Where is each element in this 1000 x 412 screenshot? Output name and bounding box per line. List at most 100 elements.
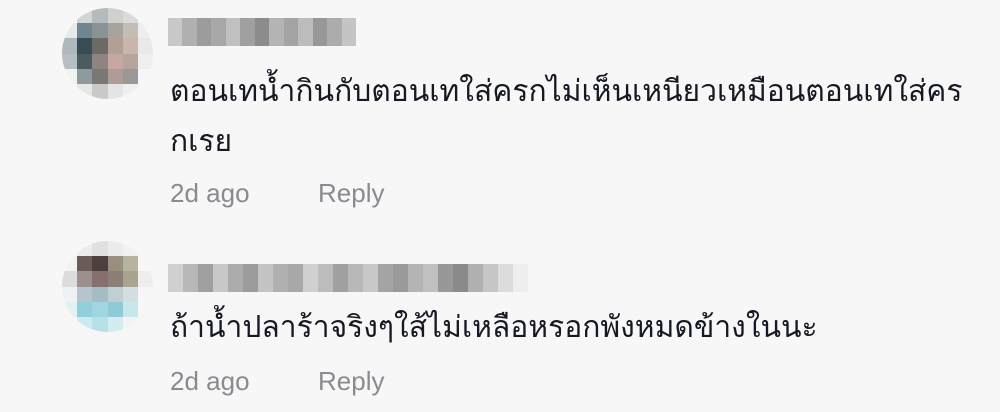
avatar-pixel — [92, 83, 108, 99]
username-pixel — [269, 18, 284, 46]
username-pixel — [363, 264, 378, 292]
reply-button[interactable]: Reply — [318, 366, 384, 397]
avatar-pixel — [92, 256, 108, 272]
username-pixel — [327, 18, 342, 46]
avatar-pixel — [122, 38, 138, 54]
avatar-pixel — [62, 38, 78, 54]
avatar-pixel — [62, 83, 78, 99]
username-pixel — [468, 264, 483, 292]
username-pixel — [225, 18, 241, 46]
username-pixel — [341, 18, 357, 46]
username-pixel — [312, 18, 328, 46]
avatar-pixel — [122, 8, 138, 24]
avatar-pixel — [92, 301, 108, 317]
avatar-pixel — [137, 286, 153, 302]
avatar-pixel — [107, 301, 123, 317]
avatar-pixel — [107, 8, 123, 24]
avatar-pixel — [77, 241, 93, 257]
username-pixel — [378, 264, 393, 292]
avatar-pixel — [62, 241, 78, 257]
avatar-pixel — [62, 23, 78, 39]
reply-button[interactable]: Reply — [318, 178, 384, 209]
username-pixel — [348, 264, 363, 292]
avatar-pixel — [62, 301, 78, 317]
avatar[interactable] — [62, 8, 153, 99]
avatar-pixel — [122, 256, 138, 272]
username-pixel — [318, 264, 333, 292]
username-pixel — [240, 18, 255, 46]
avatar[interactable] — [62, 241, 153, 332]
avatar-pixel — [92, 316, 108, 332]
avatar-pixel — [137, 241, 153, 257]
avatar-pixel — [92, 271, 108, 287]
avatar-pixel — [92, 68, 108, 84]
avatar-pixel — [107, 241, 123, 257]
avatar-pixel — [77, 83, 93, 99]
avatar-pixel — [92, 38, 108, 54]
avatar-pixel — [77, 23, 93, 39]
avatar-pixel — [62, 8, 78, 24]
username-pixel — [254, 18, 270, 46]
avatar-pixel — [92, 23, 108, 39]
avatar-pixel — [122, 53, 138, 69]
avatar-pixel — [137, 23, 153, 39]
avatar-pixel — [137, 38, 153, 54]
avatar-pixel — [107, 271, 123, 287]
avatar-pixel — [62, 271, 78, 287]
username-pixel — [298, 18, 313, 46]
avatar-pixel — [92, 286, 108, 302]
username-pixel — [198, 264, 213, 292]
username-blurred[interactable] — [168, 264, 528, 292]
avatar-pixel — [137, 8, 153, 24]
avatar-pixel — [122, 241, 138, 257]
username-blurred[interactable] — [168, 18, 357, 46]
avatar-pixel — [62, 68, 78, 84]
username-pixel — [228, 264, 243, 292]
avatar-pixel — [107, 53, 123, 69]
username-pixel — [273, 264, 288, 292]
avatar-pixel — [77, 8, 93, 24]
avatar-pixel — [107, 83, 123, 99]
avatar-pixel — [107, 23, 123, 39]
avatar-pixel — [107, 256, 123, 272]
avatar-pixel — [137, 256, 153, 272]
avatar-pixel — [77, 38, 93, 54]
avatar-pixel — [107, 286, 123, 302]
comment-item: ตอนเทน้ำกินกับตอนเทใส่ครกไม่เห็นเหนียวเห… — [0, 0, 1000, 225]
username-pixel — [498, 264, 513, 292]
username-pixel — [408, 264, 423, 292]
username-pixel — [211, 18, 226, 46]
username-pixel — [168, 18, 183, 46]
avatar-pixel — [137, 83, 153, 99]
avatar-pixel — [107, 38, 123, 54]
username-pixel — [513, 264, 528, 292]
avatar-pixel — [77, 301, 93, 317]
avatar-pixel — [92, 53, 108, 69]
avatar-pixel — [107, 68, 123, 84]
avatar-pixel — [62, 316, 78, 332]
username-pixel — [213, 264, 228, 292]
avatar-pixel — [77, 256, 93, 272]
avatar-pixel — [122, 301, 138, 317]
avatar-pixel — [137, 68, 153, 84]
comment-text: ถ้าน้ำปลาร้าจริงๆใส้ไม่เหลือหรอกพังหมดข้… — [170, 310, 818, 345]
avatar-pixel — [77, 68, 93, 84]
comment-meta: 2d ago Reply — [170, 366, 384, 397]
avatar-pixel — [107, 316, 123, 332]
username-pixel — [168, 264, 183, 292]
avatar-pixel — [122, 23, 138, 39]
comment-timestamp: 2d ago — [170, 366, 250, 396]
avatar-pixel — [137, 271, 153, 287]
avatar-pixel — [122, 271, 138, 287]
username-pixel — [288, 264, 303, 292]
username-pixel — [333, 264, 348, 292]
username-pixel — [283, 18, 299, 46]
username-pixel — [182, 18, 197, 46]
comment-text: ตอนเทน้ำกินกับตอนเทใส่ครกไม่เห็นเหนียวเห… — [170, 74, 963, 159]
avatar-pixel — [122, 316, 138, 332]
avatar-pixel — [122, 286, 138, 302]
avatar-pixel — [137, 316, 153, 332]
username-pixel — [183, 264, 198, 292]
avatar-pixel — [62, 286, 78, 302]
username-pixel — [258, 264, 273, 292]
